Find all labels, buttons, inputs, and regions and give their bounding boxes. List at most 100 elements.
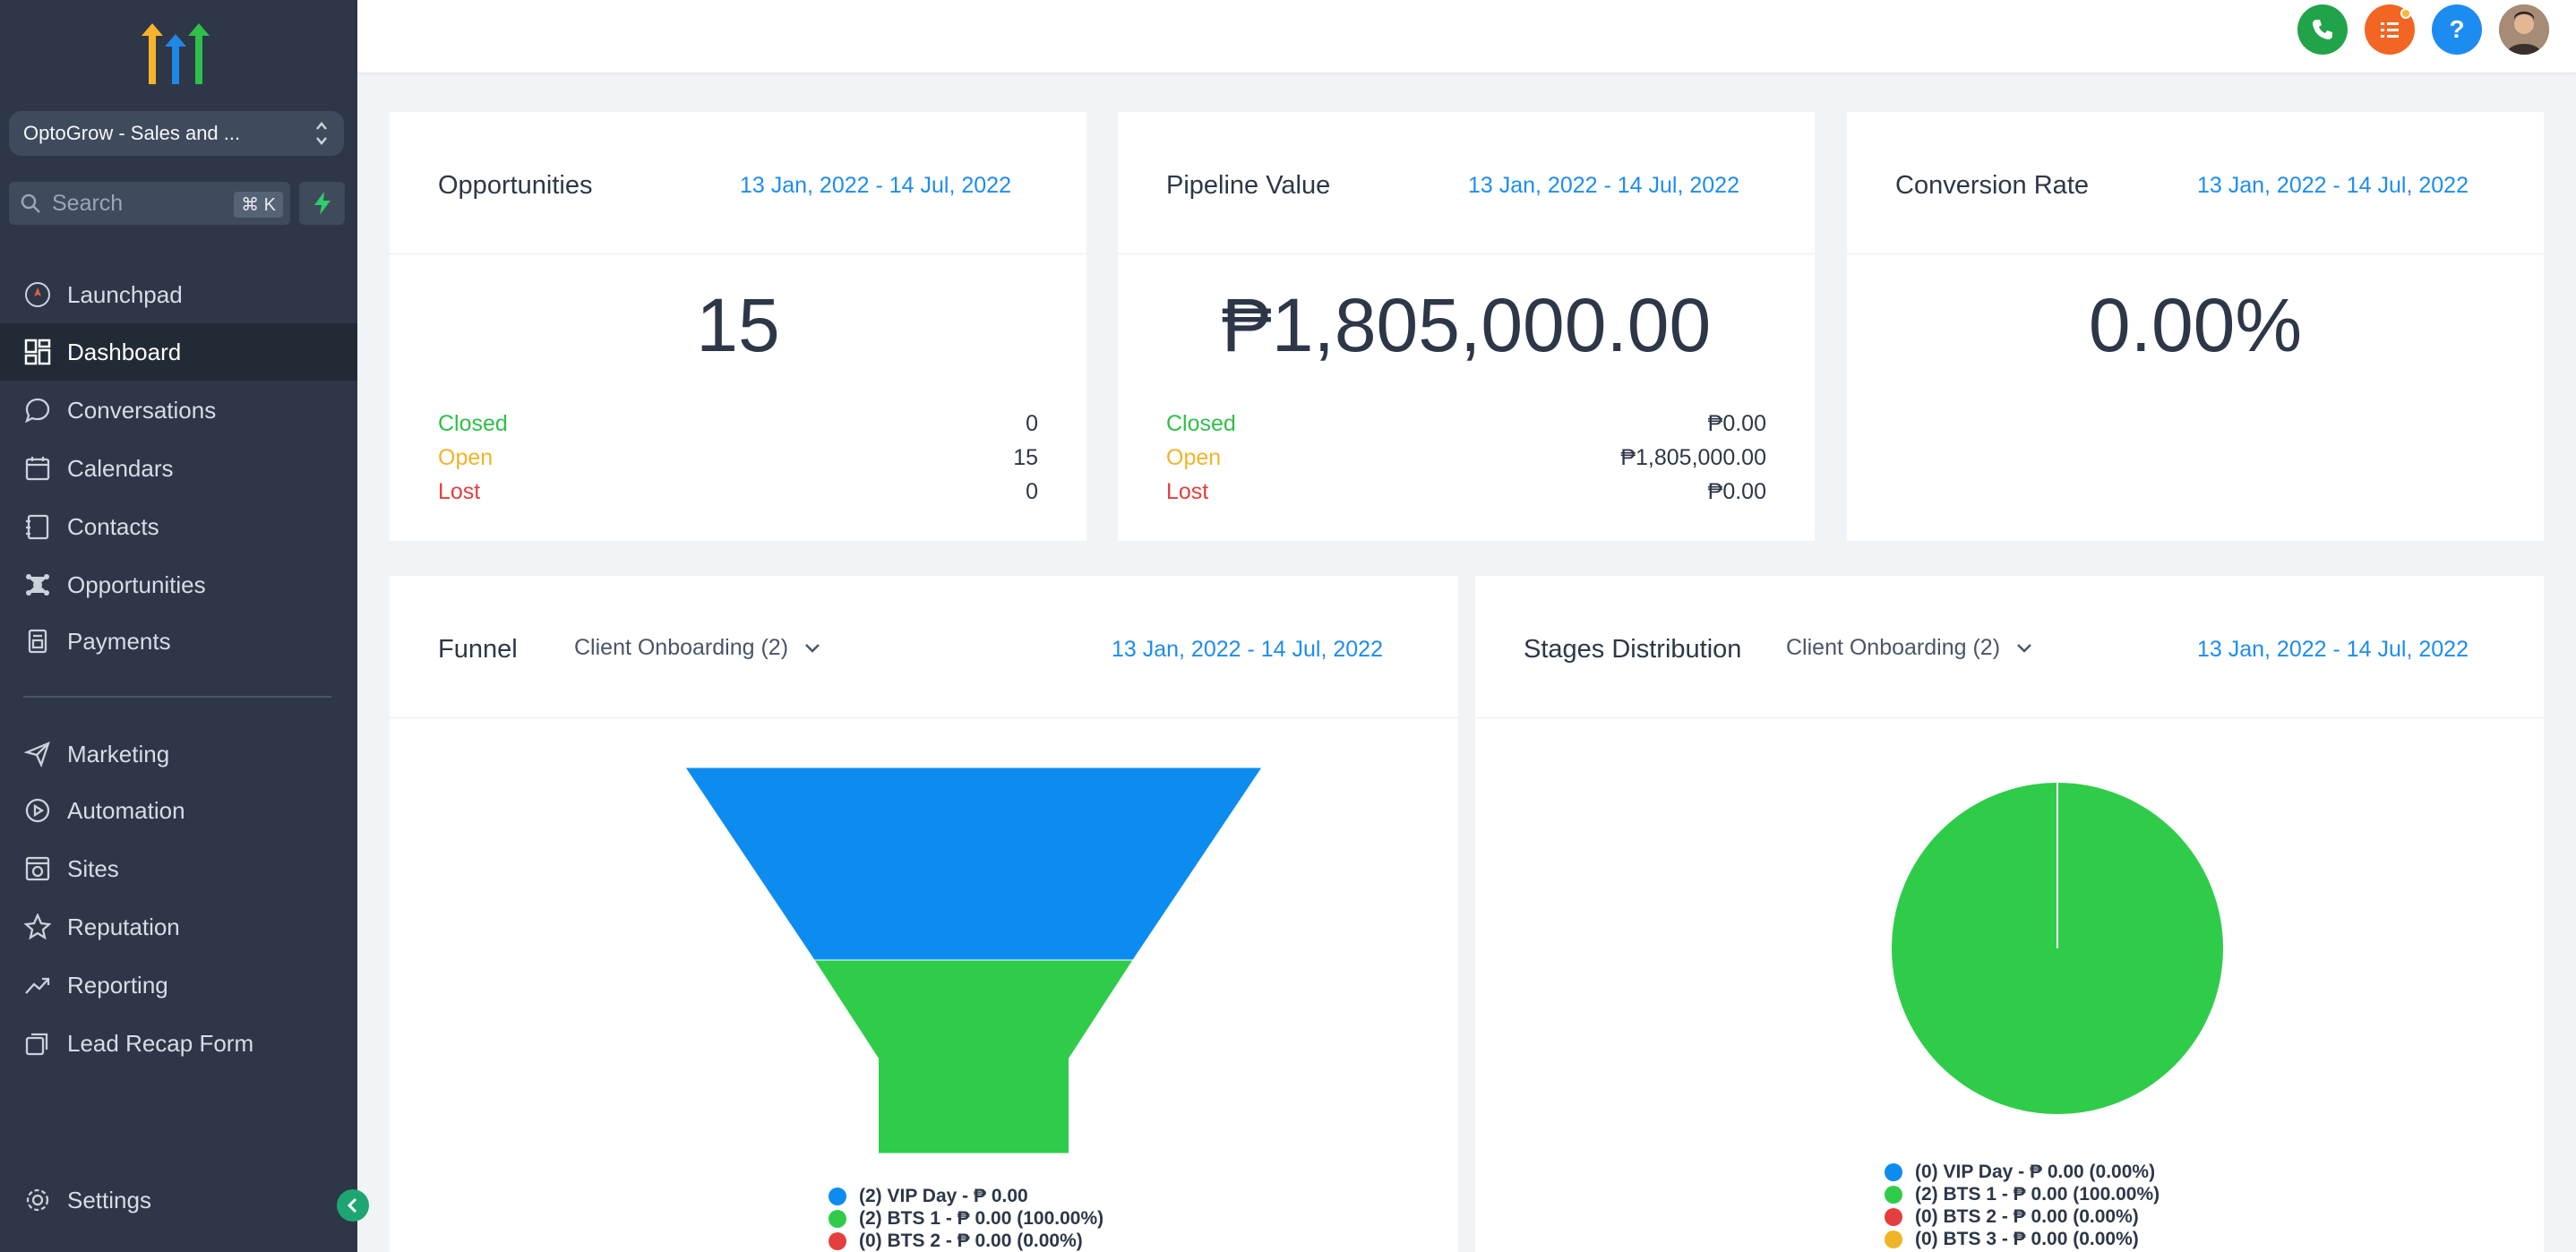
- pipeline-value-card: Pipeline Value 13 Jan, 2022 - 14 Jul, 20…: [1118, 112, 1815, 541]
- sidebar-item-label: Lead Recap Form: [67, 1029, 254, 1057]
- legend-label: (0) BTS 2 - ₱ 0.00 (0.00%): [859, 1230, 1083, 1251]
- account-switcher[interactable]: OptoGrow - Sales and ...: [9, 111, 344, 156]
- sidebar-item-opportunities[interactable]: Opportunities: [0, 556, 357, 613]
- date-range-link[interactable]: 13 Jan, 2022 - 14 Jul, 2022: [1468, 173, 1739, 199]
- phone-icon: [2313, 20, 2332, 39]
- sidebar-item-payments[interactable]: Payments: [0, 613, 357, 670]
- search-input[interactable]: Search ⌘ K: [9, 182, 290, 225]
- list-icon: [2381, 22, 2399, 38]
- sidebar-item-label: Payments: [67, 627, 171, 655]
- legend-label: (2) BTS 1 - ₱ 0.00 (100.00%): [1915, 1183, 2160, 1205]
- closed-row: Closed ₱0.00: [1166, 411, 1766, 437]
- send-icon: [23, 740, 52, 768]
- legend-item: (0) BTS 2 - ₱ 0.00 (0.00%): [829, 1230, 1103, 1252]
- card-title: Pipeline Value: [1166, 171, 1331, 200]
- chat-bubble-icon: [23, 396, 52, 424]
- sidebar-item-marketing[interactable]: Marketing: [0, 725, 357, 783]
- sidebar-item-calendars[interactable]: Calendars: [0, 440, 357, 497]
- star-icon: [23, 913, 52, 941]
- date-range-link[interactable]: 13 Jan, 2022 - 14 Jul, 2022: [740, 173, 1011, 199]
- closed-value: 0: [1026, 411, 1038, 436]
- automation-play-icon: [23, 796, 52, 825]
- legend-item: (0) BTS 2 - ₱ 0.00 (0.00%): [1885, 1205, 2160, 1228]
- legend-swatch: [829, 1231, 846, 1250]
- globe-window-icon: [23, 854, 52, 883]
- search-icon: [21, 193, 40, 213]
- trend-up-icon: [23, 971, 52, 999]
- sidebar-item-conversations[interactable]: Conversations: [0, 382, 357, 439]
- funnel-legend: (2) VIP Day - ₱ 0.00 (2) BTS 1 - ₱ 0.00 …: [829, 1185, 1103, 1252]
- sidebar-item-reporting[interactable]: Reporting: [0, 956, 357, 1014]
- legend-swatch: [829, 1209, 846, 1228]
- legend-label: (2) VIP Day - ₱ 0.00: [859, 1185, 1028, 1206]
- avatar[interactable]: [2499, 4, 2549, 55]
- calendar-icon: [23, 454, 52, 483]
- legend-swatch: [829, 1187, 846, 1205]
- collapse-sidebar-button[interactable]: [337, 1189, 369, 1222]
- funnel-segment-vip-day: [684, 767, 1263, 961]
- stages-distribution-card: Stages Distribution Client Onboarding (2…: [1475, 576, 2544, 1252]
- task-list-button[interactable]: [2365, 4, 2415, 55]
- top-bar: ?: [357, 0, 2576, 73]
- sidebar-divider: [23, 696, 331, 698]
- conversion-rate-value: 0.00%: [2088, 283, 2303, 367]
- lost-row: Lost ₱0.00: [1166, 479, 1766, 505]
- sidebar-item-label: Dashboard: [67, 338, 182, 365]
- legend-label: (0) BTS 2 - ₱ 0.00 (0.00%): [1915, 1205, 2139, 1227]
- sidebar-item-sites[interactable]: Sites: [0, 840, 357, 897]
- legend-item: (0) VIP Day - ₱ 0.00 (0.00%): [1885, 1161, 2160, 1183]
- help-button[interactable]: ?: [2432, 4, 2482, 55]
- sidebar-item-label: Marketing: [67, 740, 170, 767]
- date-range-link[interactable]: 13 Jan, 2022 - 14 Jul, 2022: [2197, 173, 2469, 199]
- network-icon: [23, 570, 52, 599]
- lost-row: Lost 0: [438, 479, 1038, 505]
- chevron-left-icon: [347, 1197, 357, 1213]
- closed-row: Closed 0: [438, 411, 1038, 437]
- open-label: Open: [438, 445, 494, 470]
- opportunities-total: 15: [696, 283, 780, 367]
- sidebar: OptoGrow - Sales and ... Search ⌘ K Laun…: [0, 0, 357, 1252]
- sidebar-item-lead-recap-form[interactable]: Lead Recap Form: [0, 1015, 357, 1072]
- legend-swatch: [1885, 1207, 1902, 1226]
- sidebar-item-automation[interactable]: Automation: [0, 782, 357, 839]
- sidebar-item-label: Reporting: [67, 971, 168, 999]
- sidebar-item-settings[interactable]: Settings: [0, 1171, 357, 1229]
- open-label: Open: [1166, 445, 1222, 470]
- lost-value: 0: [1026, 479, 1038, 504]
- switch-chevrons-icon: [316, 122, 327, 145]
- lost-label: Lost: [438, 479, 481, 504]
- svg-text:?: ?: [2449, 16, 2464, 43]
- receipt-icon: [23, 627, 52, 656]
- card-title: Conversion Rate: [1895, 171, 2089, 200]
- lost-label: Lost: [1166, 479, 1209, 504]
- open-value: ₱1,805,000.00: [1620, 445, 1766, 470]
- user-avatar-icon: [2499, 4, 2549, 55]
- quick-actions-button[interactable]: [299, 182, 345, 225]
- phone-button[interactable]: [2297, 4, 2348, 55]
- sidebar-item-reputation[interactable]: Reputation: [0, 898, 357, 956]
- stages-pie-chart: [1892, 783, 2223, 1114]
- account-name: OptoGrow - Sales and ...: [23, 122, 241, 144]
- sidebar-item-dashboard[interactable]: Dashboard: [0, 323, 357, 381]
- sidebar-item-label: Launchpad: [67, 280, 183, 308]
- open-row: Open 15: [438, 445, 1038, 471]
- opportunities-card: Opportunities 13 Jan, 2022 - 14 Jul, 202…: [390, 112, 1086, 541]
- sidebar-item-contacts[interactable]: Contacts: [0, 498, 357, 555]
- open-value: 15: [1013, 445, 1038, 470]
- sidebar-item-launchpad[interactable]: Launchpad: [0, 266, 357, 323]
- legend-label: (0) BTS 3 - ₱ 0.00 (0.00%): [1915, 1228, 2139, 1249]
- stages-legend: (0) VIP Day - ₱ 0.00 (0.00%) (2) BTS 1 -…: [1885, 1161, 2160, 1250]
- conversion-rate-card: Conversion Rate 13 Jan, 2022 - 14 Jul, 2…: [1847, 112, 2544, 541]
- notification-dot: [2400, 8, 2411, 19]
- sidebar-item-label: Calendars: [67, 454, 174, 482]
- legend-label: (2) BTS 1 - ₱ 0.00 (100.00%): [859, 1207, 1104, 1229]
- gear-icon: [23, 1186, 52, 1214]
- sidebar-item-label: Automation: [67, 796, 185, 824]
- contacts-book-icon: [23, 512, 52, 541]
- legend-item: (2) BTS 1 - ₱ 0.00 (100.00%): [1885, 1183, 2160, 1205]
- lightning-icon: [313, 192, 331, 215]
- sidebar-item-label: Conversations: [67, 396, 217, 424]
- legend-label: (0) VIP Day - ₱ 0.00 (0.00%): [1915, 1161, 2156, 1182]
- funnel-segment-bts-1: [813, 959, 1134, 1154]
- rocket-icon: [23, 280, 52, 309]
